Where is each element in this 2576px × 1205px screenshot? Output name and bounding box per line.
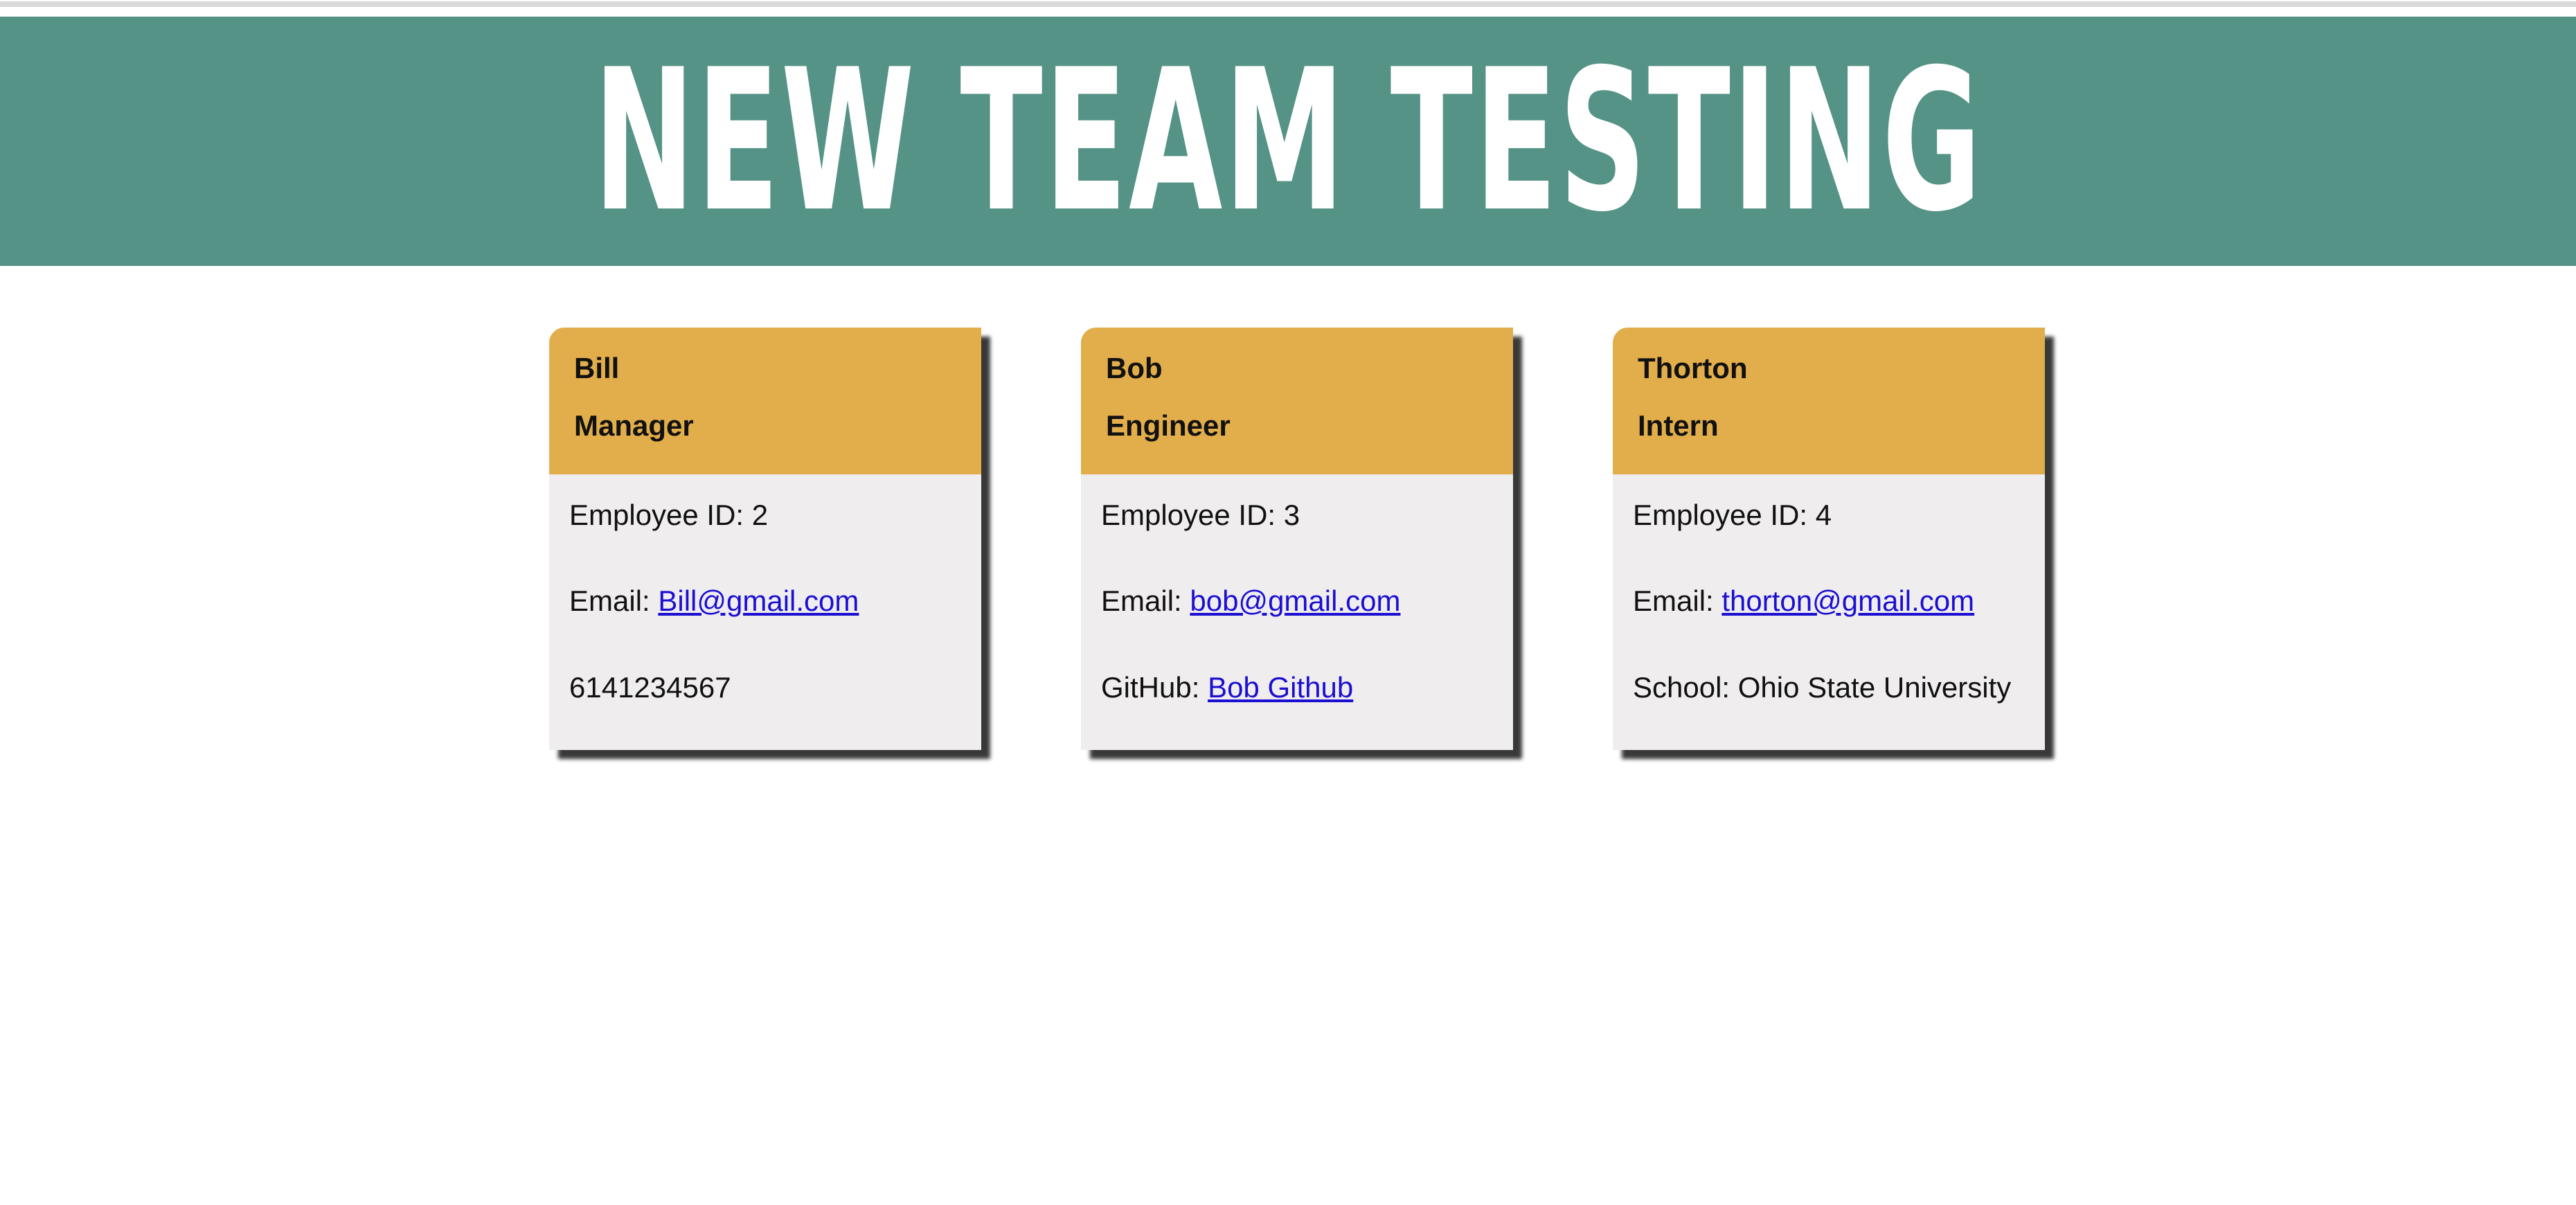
employee-name: Thorton (1638, 352, 1748, 384)
email-link[interactable]: thorton@gmail.com (1721, 584, 1974, 617)
employee-id: Employee ID: 4 (1633, 499, 1832, 531)
card-header: Thorton Intern (1613, 328, 2045, 474)
card-header: Bob Engineer (1081, 328, 1513, 474)
employee-id: Employee ID: 2 (569, 499, 769, 531)
email-line: Email: thorton@gmail.com (1633, 584, 2025, 618)
card-body: Employee ID: 2 Email: Bill@gmail.com 614… (549, 474, 981, 705)
github-link[interactable]: Bob Github (1208, 671, 1353, 704)
email-line: Email: bob@gmail.com (1101, 584, 1493, 618)
employee-name: Bill (574, 352, 620, 384)
email-link[interactable]: Bill@gmail.com (658, 584, 859, 617)
employee-card-bob: Bob Engineer Employee ID: 3 Email: bob@g… (1081, 328, 1513, 750)
email-label: Email: (569, 584, 659, 618)
employee-id: Employee ID: 3 (1101, 499, 1300, 531)
office-phone: 6141234567 (569, 670, 731, 704)
card-body: Employee ID: 3 Email: bob@gmail.com GitH… (1081, 474, 1513, 705)
employee-role: Manager (574, 409, 694, 443)
card-header: Bill Manager (549, 328, 981, 474)
employee-name: Bob (1106, 352, 1163, 384)
page-header: NEW TEAM TESTING (0, 17, 2576, 266)
github-line: GitHub: Bob Github (1101, 670, 1493, 705)
email-line: Email: Bill@gmail.com (569, 584, 961, 618)
employee-cards: Bill Manager Employee ID: 2 Email: Bill@… (549, 328, 2045, 750)
email-label: Email: (1633, 584, 1722, 618)
github-label: GitHub: (1101, 670, 1208, 704)
employee-role: Intern (1638, 409, 1719, 443)
top-rule (0, 0, 2576, 17)
card-body: Employee ID: 4 Email: thorton@gmail.com … (1613, 474, 2045, 705)
email-label: Email: (1101, 584, 1190, 618)
employee-card-thorton: Thorton Intern Employee ID: 4 Email: tho… (1613, 328, 2045, 750)
page-title: NEW TEAM TESTING (593, 27, 1983, 255)
employee-role: Engineer (1106, 409, 1231, 443)
email-link[interactable]: bob@gmail.com (1190, 584, 1400, 617)
employee-card-bill: Bill Manager Employee ID: 2 Email: Bill@… (549, 328, 981, 750)
school-line: School: Ohio State University (1633, 670, 2012, 704)
